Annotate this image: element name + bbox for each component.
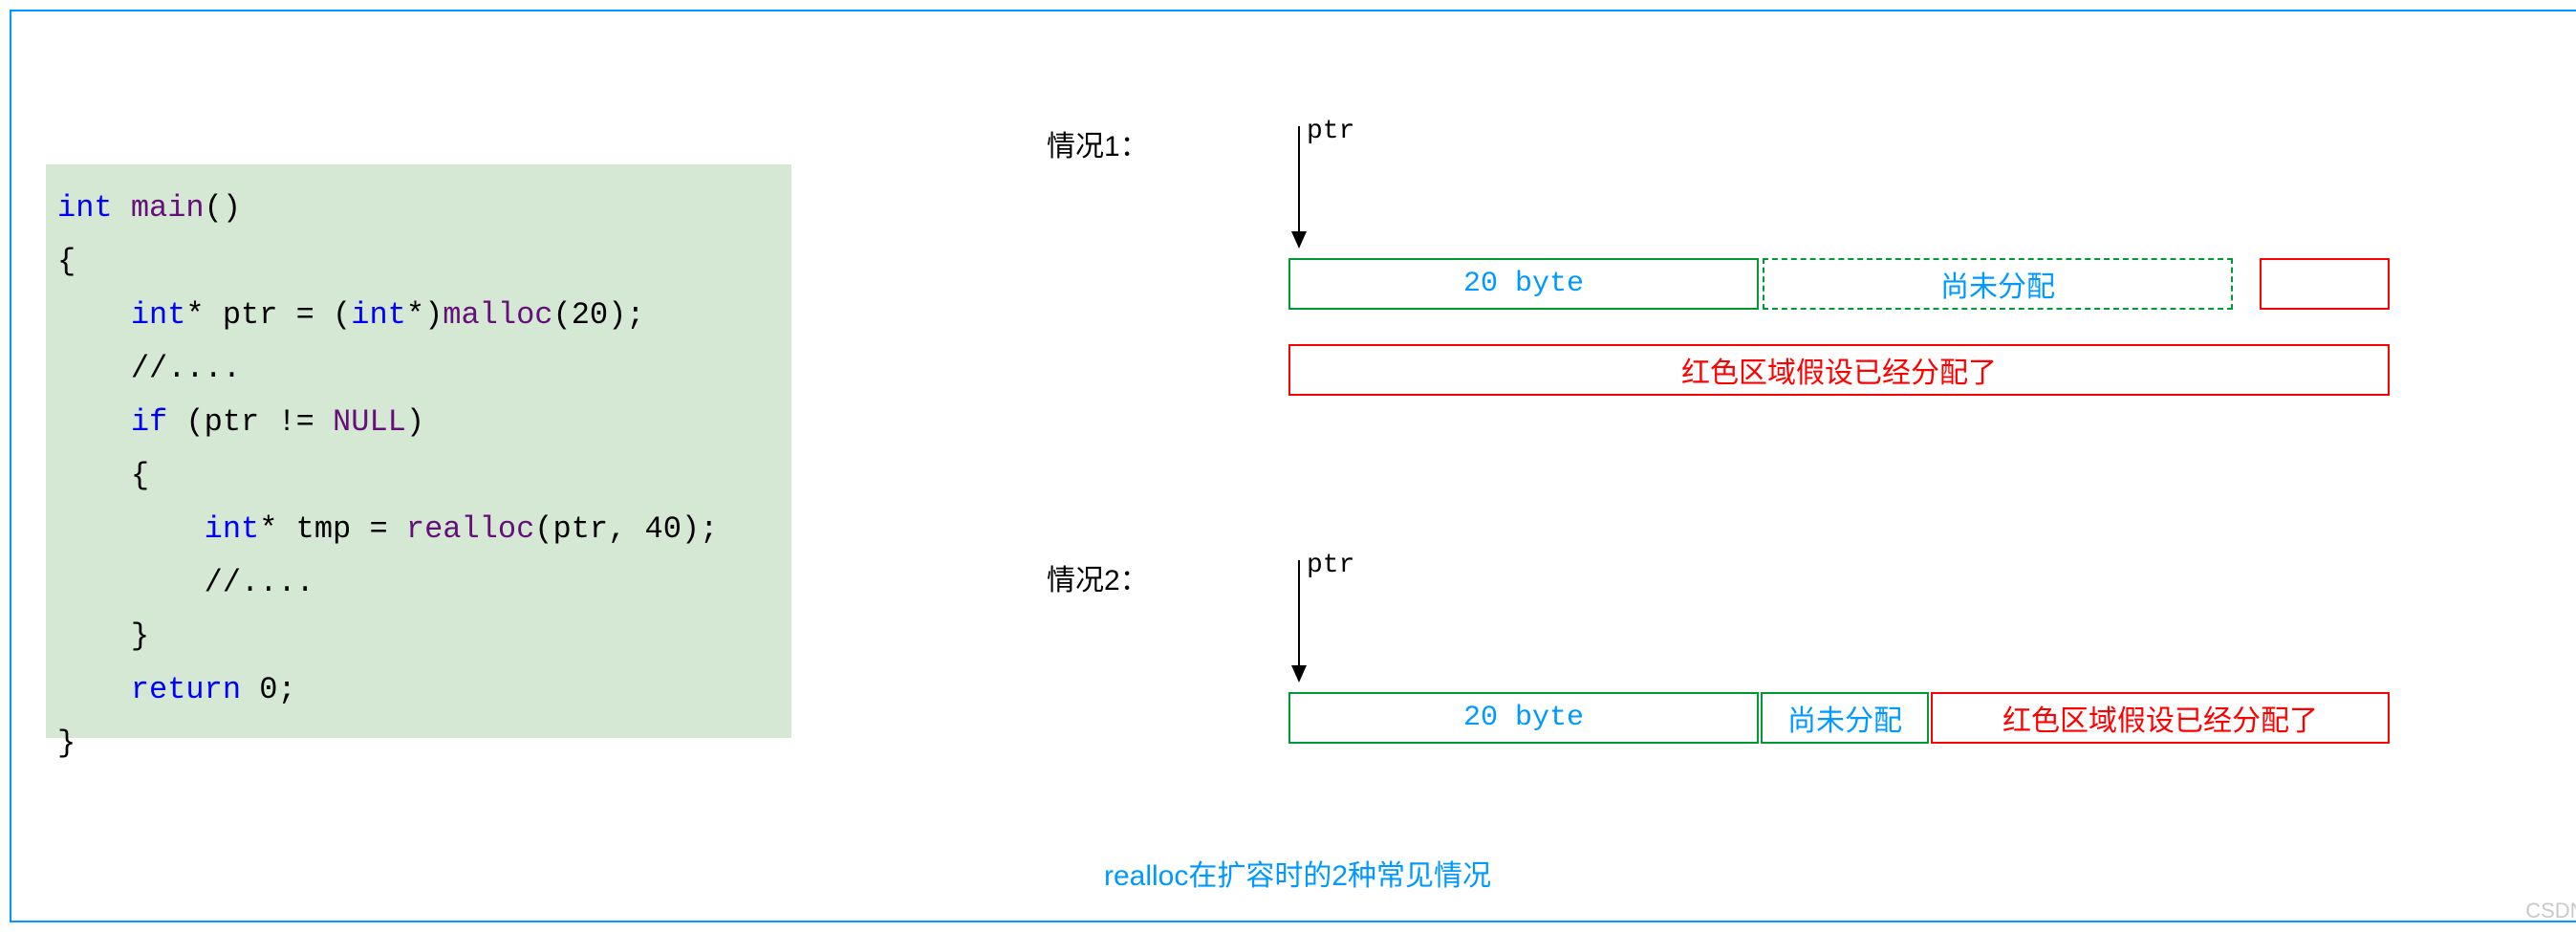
comment: //.... — [131, 351, 241, 386]
kw-if: if — [131, 404, 167, 440]
code-text: 0; — [241, 672, 296, 707]
kw-return: return — [131, 672, 241, 707]
case1-red-small-box — [2260, 258, 2390, 310]
null-literal: NULL — [333, 404, 406, 440]
case1-allocated-box: 20 byte — [1288, 258, 1759, 310]
code-text: * ptr = ( — [185, 297, 351, 333]
brace-close: } — [57, 726, 76, 761]
case2-allocated-box: 20 byte — [1288, 692, 1759, 744]
arrow-down-icon — [1288, 560, 1310, 684]
kw-int: int — [205, 511, 260, 547]
brace-open: { — [131, 458, 149, 493]
code-text: ) — [406, 404, 424, 440]
case2-red-text: 红色区域假设已经分配了 — [2002, 697, 2318, 740]
fn-malloc: malloc — [443, 297, 552, 333]
case1-ptr-label: ptr — [1307, 117, 1354, 146]
arrow-down-icon — [1288, 126, 1310, 250]
kw-int: int — [57, 190, 113, 226]
case2-red-box: 红色区域假设已经分配了 — [1931, 692, 2390, 744]
case1-red-text: 红色区域假设已经分配了 — [1681, 349, 1997, 392]
brace-open: { — [57, 244, 76, 279]
case2-label: 情况2： — [1047, 556, 1149, 598]
comment: //.... — [205, 565, 314, 600]
case1-unalloc-text: 尚未分配 — [1940, 263, 2055, 306]
kw-int: int — [351, 297, 406, 333]
code-text: (ptr != — [167, 404, 333, 440]
case2-unallocated-box: 尚未分配 — [1761, 692, 1929, 744]
case2-unalloc-text: 尚未分配 — [1787, 697, 1902, 740]
diagram-frame: int main() { int* ptr = (int*)malloc(20)… — [10, 10, 2576, 922]
brace-close: } — [131, 618, 149, 654]
watermark-text: CSDN @隔壁的老刘 — [2525, 894, 2576, 924]
code-text: *) — [406, 297, 443, 333]
kw-int: int — [131, 297, 186, 333]
code-block: int main() { int* ptr = (int*)malloc(20)… — [46, 164, 791, 738]
case2-ptr-label: ptr — [1307, 551, 1354, 580]
case1-red-wide-box: 红色区域假设已经分配了 — [1288, 344, 2390, 396]
case1-label: 情况1： — [1047, 122, 1149, 164]
case1-unallocated-box: 尚未分配 — [1763, 258, 2233, 310]
fn-main: main — [131, 190, 205, 226]
code-text: (ptr, 40); — [534, 511, 718, 547]
fn-realloc: realloc — [406, 511, 534, 547]
case2-20byte-text: 20 byte — [1463, 702, 1584, 734]
diagram-caption: realloc在扩容时的2种常见情况 — [11, 852, 2576, 894]
code-text: * tmp = — [259, 511, 406, 547]
code-text: (20); — [552, 297, 644, 333]
case1-20byte-text: 20 byte — [1463, 268, 1584, 300]
paren: () — [205, 190, 241, 226]
